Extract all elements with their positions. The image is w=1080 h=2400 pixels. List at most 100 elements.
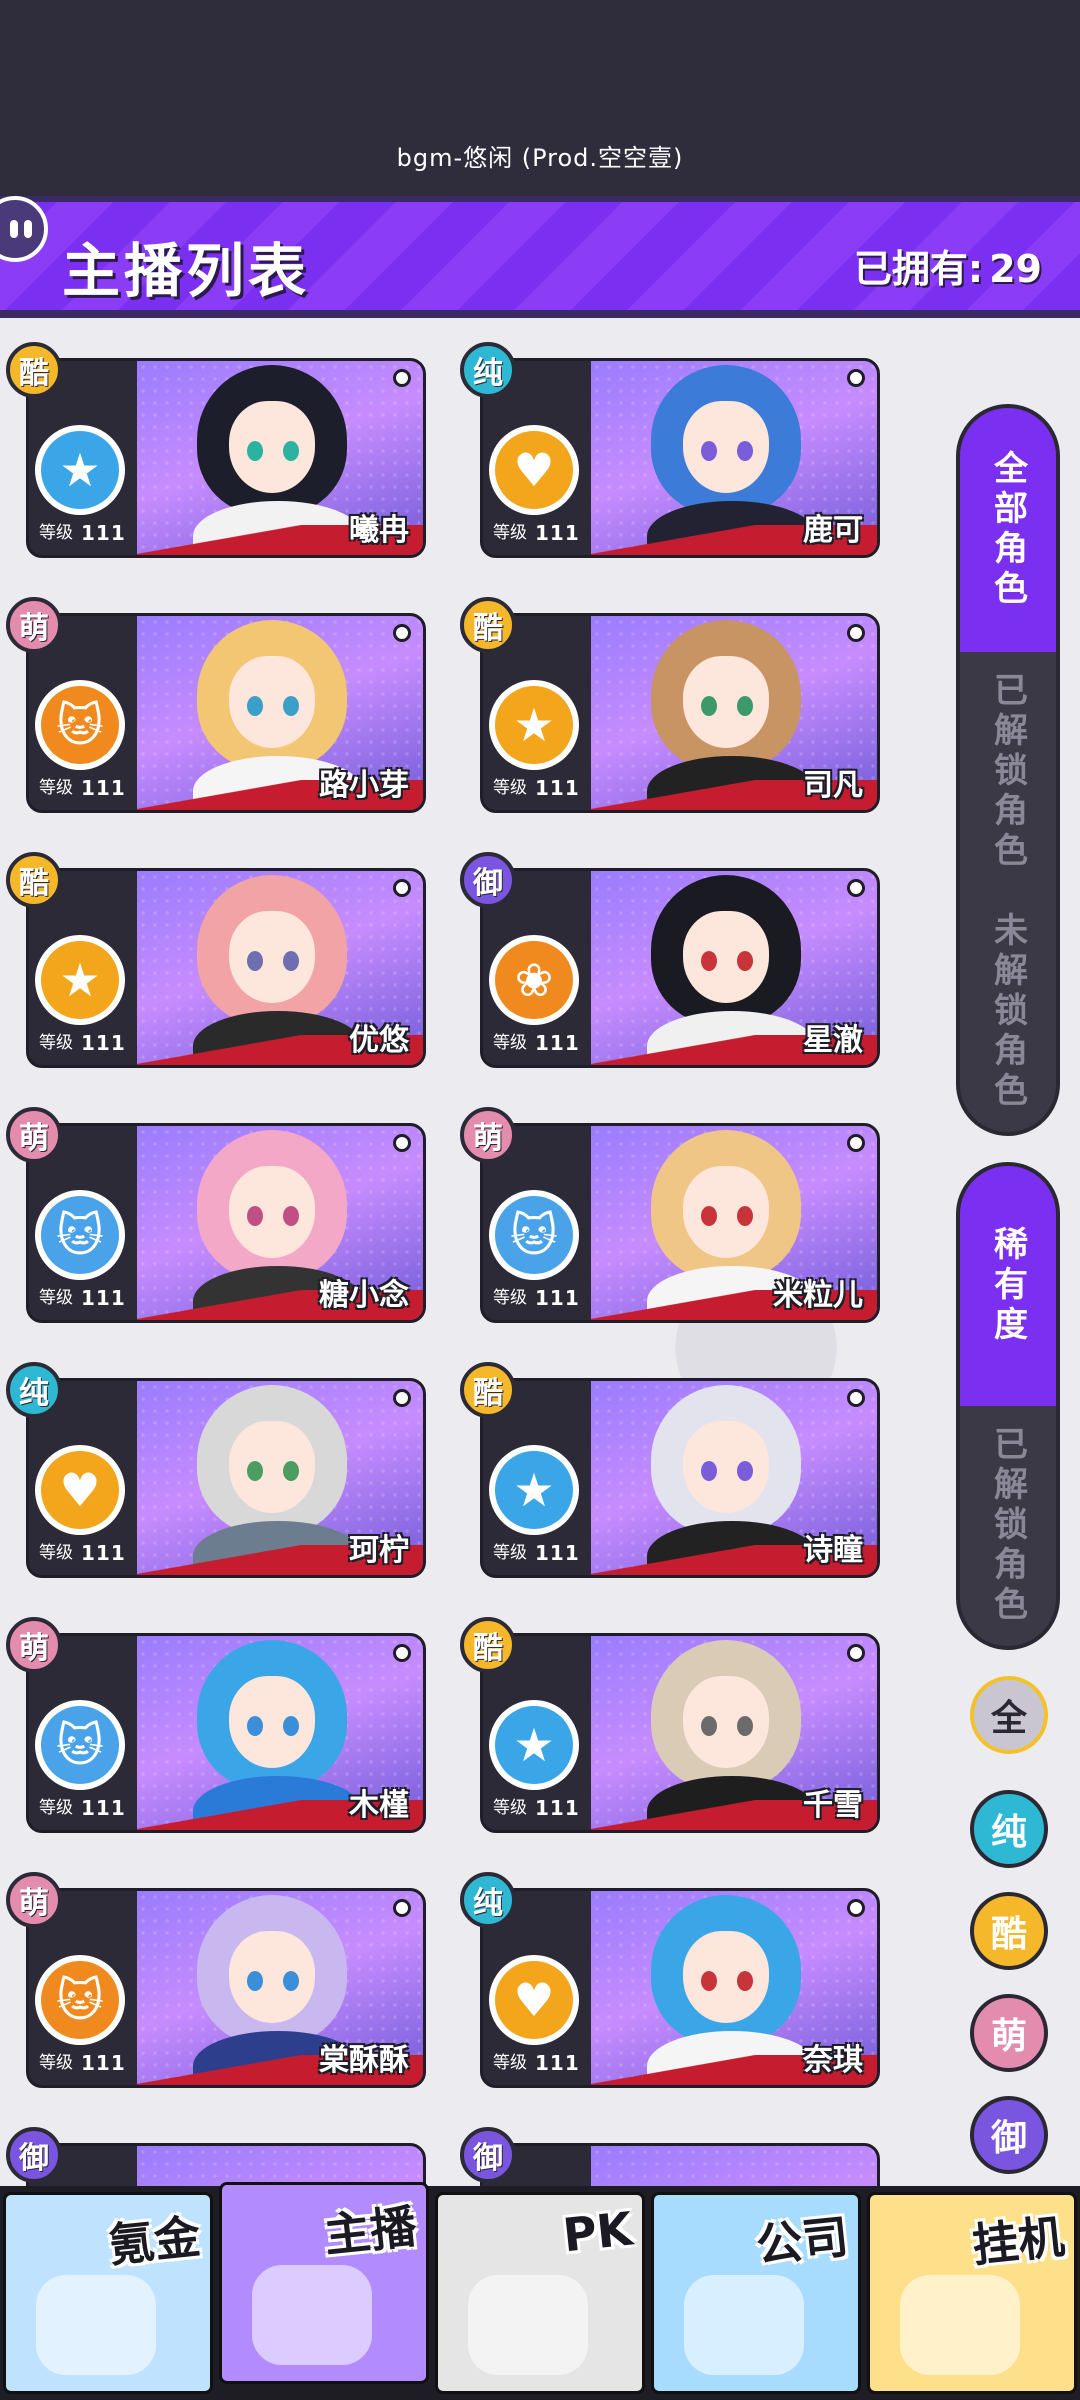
portrait-eye [283,1716,299,1736]
streamer-name: 曦冉 [349,513,409,548]
nav-item[interactable]: 挂机 [867,2192,1077,2394]
portrait-face [683,1166,769,1258]
rarity-filter-button[interactable]: 酷 [970,1892,1048,1970]
card-dot-icon [847,369,865,387]
team-icon: ★ [489,1445,579,1535]
card-frame: 🐱 等级 111 米粒儿 [480,1123,880,1323]
portrait-eye [283,696,299,716]
nav-label: 氪金 [105,2209,203,2273]
nav-item[interactable]: 氪金 [3,2192,213,2394]
filter-tab[interactable]: 已解锁角色 [960,1406,1056,1646]
nav-illustration-icon [468,2275,588,2375]
portrait-eye [701,696,717,716]
nav-item[interactable]: 主播 [219,2182,429,2384]
streamer-card[interactable]: ★ 等级 111 优悠 酷 [6,852,432,1068]
level-value: 111 [81,521,126,545]
team-symbol-icon: 🐱 [41,1706,119,1784]
team-icon: 🐱 [35,1700,125,1790]
streamer-card[interactable]: 🐱 等级 111 棠酥酥 萌 [6,1872,432,2088]
filter-tab[interactable]: 稀有度 [960,1166,1056,1406]
streamer-name: 诗瞳 [803,1533,863,1568]
card-frame: ❀ 等级 111 星澈 [480,868,880,1068]
level-value: 111 [535,2051,580,2075]
rarity-badge: 酷 [6,852,62,908]
portrait-eye [737,441,753,461]
portrait-eye [737,696,753,716]
team-icon: ★ [489,680,579,770]
filter-tab[interactable]: 未解锁角色 [960,892,1056,1132]
streamer-card[interactable]: ♥ 等级 111 珂柠 纯 [6,1362,432,1578]
streamer-card[interactable]: ♥ 等级 111 鹿可 纯 [460,342,886,558]
nav-illustration-icon [252,2265,372,2365]
team-symbol-icon: ♥ [41,1451,119,1529]
portrait-eye [737,1461,753,1481]
portrait-eye [247,1716,263,1736]
nav-item[interactable]: 公司 [651,2192,861,2394]
level-value: 111 [535,1031,580,1055]
streamer-card[interactable]: 🐱 等级 111 路小芽 萌 [6,597,432,813]
team-icon: 🐱 [489,1190,579,1280]
streamer-card[interactable]: ★ 等级 111 曦冉 酷 [6,342,432,558]
filter-tab[interactable]: 已解锁角色 [960,652,1056,892]
streamer-card[interactable]: 🐱 等级 111 米粒儿 萌 [460,1107,886,1323]
card-frame: ★ 等级 111 诗瞳 [480,1378,880,1578]
portrait-face [683,401,769,493]
rarity-badge: 御 [460,2127,516,2183]
team-symbol-icon: 🐱 [41,1196,119,1274]
team-icon: ♥ [489,1955,579,2045]
rarity-badge: 酷 [460,1362,516,1418]
level-label: 等级 [493,1543,527,1563]
team-symbol-icon: ♥ [495,431,573,509]
streamer-card[interactable]: ★ 等级 111 司凡 酷 [460,597,886,813]
team-icon: 🐱 [35,1190,125,1280]
nav-illustration-icon [684,2275,804,2375]
streamer-card[interactable]: ★ 等级 111 诗瞳 酷 [460,1362,886,1578]
rarity-filter-button[interactable]: 全 [970,1676,1048,1754]
streamer-card[interactable]: ★ 等级 111 千雪 酷 [460,1617,886,1833]
rarity-badge: 酷 [6,342,62,398]
level-label: 等级 [39,1543,73,1563]
rarity-badge: 御 [460,852,516,908]
level-label: 等级 [493,2053,527,2073]
streamer-card[interactable]: ♥ 等级 111 奈琪 纯 [460,1872,886,2088]
team-icon: ♥ [35,1445,125,1535]
portrait-eye [701,951,717,971]
level-value: 111 [535,1541,580,1565]
level-value: 111 [535,1286,580,1310]
card-dot-icon [393,1389,411,1407]
streamer-card[interactable]: 🐱 等级 111 糖小念 萌 [6,1107,432,1323]
team-symbol-icon: 🐱 [495,1196,573,1274]
rarity-filter-button[interactable]: 萌 [970,1994,1048,2072]
card-dot-icon [847,624,865,642]
portrait-face [683,1421,769,1513]
team-symbol-icon: ★ [41,431,119,509]
owned-count: 已拥有: 29 [854,238,1042,293]
team-symbol-icon: ❀ [495,941,573,1019]
portrait-eye [283,441,299,461]
level-label: 等级 [39,523,73,543]
level-value: 111 [81,1796,126,1820]
rarity-filter-button[interactable]: 御 [970,2096,1048,2174]
filter-group-rarity: 稀有度 已解锁角色 [956,1162,1060,1650]
page-title: 主播列表 [62,237,311,305]
portrait-eye [737,1716,753,1736]
streamer-card[interactable]: ❀ 等级 111 星澈 御 [460,852,886,1068]
streamer-card[interactable]: 🐱 等级 111 木槿 萌 [6,1617,432,1833]
nav-label: 主播 [321,2199,419,2263]
portrait-eye [283,1461,299,1481]
level-value: 111 [535,776,580,800]
level-label: 等级 [493,1798,527,1818]
level-label: 等级 [493,1288,527,1308]
nav-item[interactable]: PK [435,2192,645,2394]
card-frame: 🐱 等级 111 棠酥酥 [26,1888,426,2088]
team-symbol-icon: ★ [41,941,119,1019]
rarity-filter-button[interactable]: 纯 [970,1790,1048,1868]
bgm-label: bgm-悠闲 (Prod.空空壹) [396,144,684,172]
streamer-name: 米粒儿 [773,1278,863,1313]
portrait-eye [247,1461,263,1481]
filter-tab[interactable]: 全部角色 [960,408,1056,652]
card-dot-icon [847,1644,865,1662]
level-value: 111 [535,521,580,545]
rarity-badge: 酷 [460,1617,516,1673]
portrait-face [229,1166,315,1258]
